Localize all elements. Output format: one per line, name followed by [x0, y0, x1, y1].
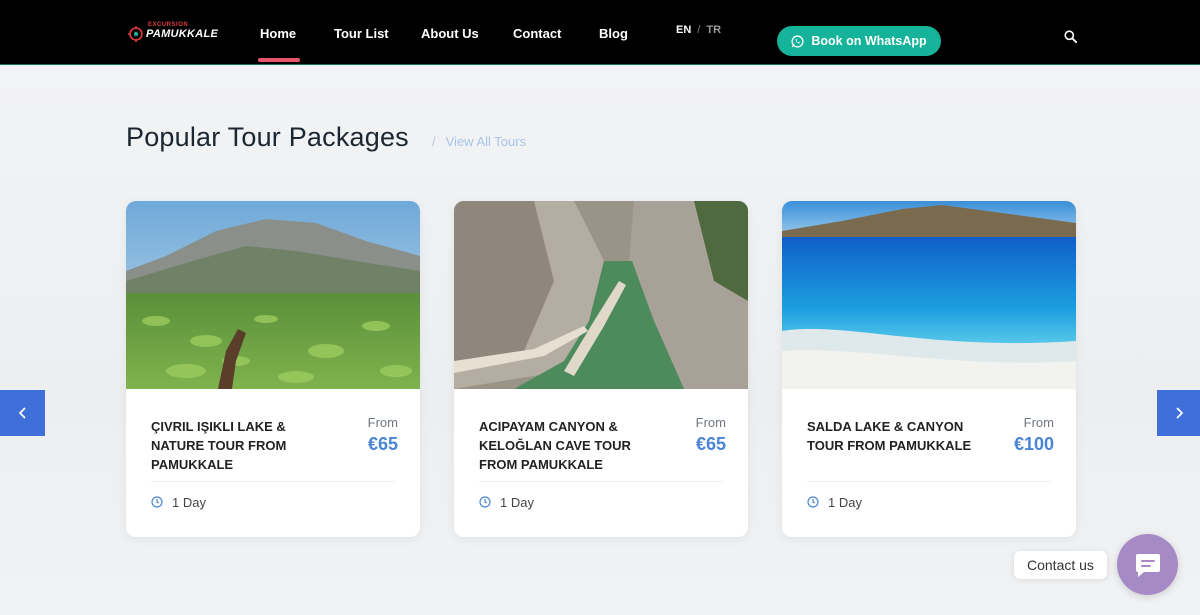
- book-whatsapp-button[interactable]: Book on WhatsApp: [777, 26, 941, 56]
- tour-price: €65: [695, 434, 726, 454]
- carousel-next-button[interactable]: [1157, 390, 1200, 436]
- tour-duration: 1 Day: [500, 495, 534, 510]
- site-header: EXCURSION PAMUKKALE Home Tour List About…: [0, 0, 1200, 65]
- nav-tour-list[interactable]: Tour List: [334, 26, 389, 41]
- section-title: Popular Tour Packages: [126, 122, 409, 152]
- whatsapp-icon: [791, 34, 804, 48]
- tour-duration: 1 Day: [828, 495, 862, 510]
- nav-about-us[interactable]: About Us: [421, 26, 479, 41]
- chevron-left-icon: [18, 407, 26, 419]
- carousel-prev-button[interactable]: [0, 390, 45, 436]
- book-whatsapp-label: Book on WhatsApp: [811, 34, 927, 48]
- language-switcher: EN / TR: [676, 24, 721, 36]
- tour-price-from-label: From: [695, 415, 726, 430]
- tour-duration: 1 Day: [172, 495, 206, 510]
- search-icon[interactable]: [1064, 30, 1077, 43]
- clock-icon: [479, 496, 491, 508]
- contact-us-label[interactable]: Contact us: [1014, 551, 1107, 579]
- tour-card[interactable]: ACIPAYAM CANYON & KELOĞLAN CAVE TOUR FRO…: [454, 201, 748, 537]
- site-logo[interactable]: EXCURSION PAMUKKALE: [126, 22, 218, 44]
- tour-price: €100: [1013, 434, 1054, 454]
- tour-card[interactable]: SALDA LAKE & CANYON TOUR FROM PAMUKKALE …: [782, 201, 1076, 537]
- tour-title[interactable]: ACIPAYAM CANYON & KELOĞLAN CAVE TOUR FRO…: [479, 417, 659, 474]
- nav-blog[interactable]: Blog: [599, 26, 628, 41]
- chevron-right-icon: [1175, 407, 1183, 419]
- card-divider: [151, 481, 395, 482]
- tour-card[interactable]: ÇIVRIL IŞIKLI LAKE & NATURE TOUR FROM PA…: [126, 201, 420, 537]
- card-divider: [807, 481, 1051, 482]
- lang-separator: /: [697, 24, 701, 36]
- tour-price: €65: [367, 434, 398, 454]
- tour-image-salda-lake: [782, 201, 1076, 389]
- clock-icon: [807, 496, 819, 508]
- chat-icon: [1135, 553, 1160, 577]
- view-all-tours-link[interactable]: / View All Tours: [432, 134, 526, 149]
- tour-image-lake-lilies: [126, 201, 420, 389]
- contact-chat-button[interactable]: [1117, 534, 1178, 595]
- nav-contact[interactable]: Contact: [513, 26, 561, 41]
- nav-home[interactable]: Home: [260, 26, 296, 41]
- tour-price-from-label: From: [367, 415, 398, 430]
- tour-image-canyon: [454, 201, 748, 389]
- lang-en[interactable]: EN: [676, 24, 691, 36]
- card-divider: [479, 481, 723, 482]
- view-all-separator: /: [432, 134, 436, 149]
- tour-title[interactable]: ÇIVRIL IŞIKLI LAKE & NATURE TOUR FROM PA…: [151, 417, 331, 474]
- view-all-label: View All Tours: [445, 134, 527, 149]
- tour-price-from-label: From: [1023, 415, 1054, 430]
- clock-icon: [151, 496, 163, 508]
- logo-ring-icon: [128, 26, 143, 42]
- logo-main-text: PAMUKKALE: [146, 28, 219, 40]
- lang-tr[interactable]: TR: [706, 24, 721, 36]
- nav-active-indicator: [258, 58, 300, 62]
- tour-title[interactable]: SALDA LAKE & CANYON TOUR FROM PAMUKKALE: [807, 417, 987, 455]
